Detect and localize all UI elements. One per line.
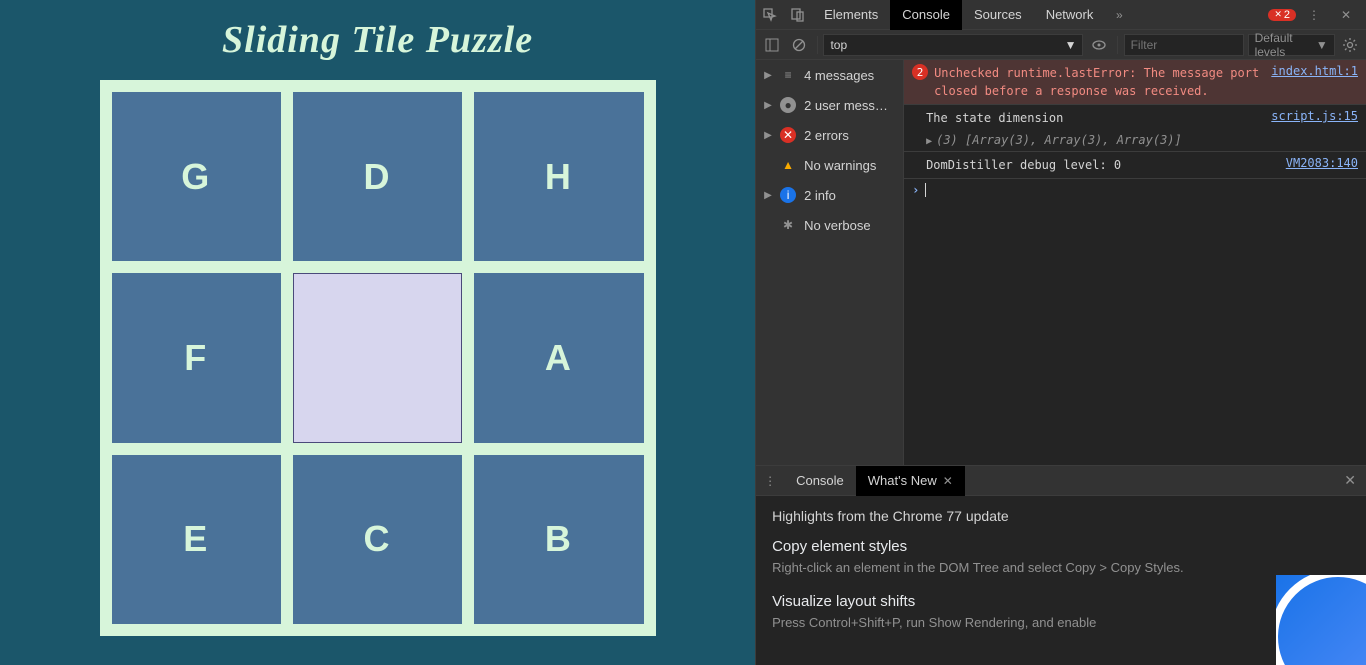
console-sidebar: ▶≡4 messages ▶●2 user mess… ▶✕2 errors ▲…: [756, 60, 904, 465]
whatsnew-sec2-title: Visualize layout shifts: [772, 593, 1350, 610]
tile-3[interactable]: F: [112, 273, 281, 442]
toggle-device-icon[interactable]: [784, 0, 812, 30]
tab-sources[interactable]: Sources: [962, 0, 1034, 30]
console-body: ▶≡4 messages ▶●2 user mess… ▶✕2 errors ▲…: [756, 60, 1366, 465]
tile-0[interactable]: G: [112, 92, 281, 261]
drawer-content: Highlights from the Chrome 77 update Cop…: [756, 496, 1366, 665]
console-settings-icon[interactable]: [1339, 30, 1362, 60]
log-array[interactable]: (3) [Array(3), Array(3), Array(3)]: [936, 133, 1182, 147]
puzzle-board: G D H F A E C B: [100, 80, 656, 636]
whatsnew-sec2-body: Press Control+Shift+P, run Show Renderin…: [772, 614, 1350, 632]
chevron-down-icon: ▼: [1316, 38, 1328, 52]
tile-empty[interactable]: [293, 273, 462, 442]
devtools-drawer: ⋮ Console What's New ✕ ✕ Highlights from…: [756, 465, 1366, 665]
whatsnew-sec1-body: Right-click an element in the DOM Tree a…: [772, 559, 1350, 577]
inspect-element-icon[interactable]: [756, 0, 784, 30]
log-source-link[interactable]: script.js:15: [1271, 109, 1358, 127]
info-icon: i: [780, 187, 796, 203]
separator: [1117, 36, 1118, 54]
error-count-badge[interactable]: 2: [1268, 9, 1296, 21]
close-drawer-icon[interactable]: ✕: [1334, 472, 1366, 489]
whatsnew-headline: Highlights from the Chrome 77 update: [772, 508, 1350, 524]
puzzle-app: Sliding Tile Puzzle G D H F A E C B: [0, 0, 755, 665]
user-icon: ●: [780, 97, 796, 113]
error-text: Unchecked runtime.lastError: The message…: [934, 64, 1265, 100]
filter-input[interactable]: [1124, 34, 1244, 56]
prompt-caret-icon: ›: [912, 183, 919, 197]
context-selector[interactable]: top ▼: [823, 34, 1083, 56]
context-value: top: [830, 38, 847, 52]
tab-console[interactable]: Console: [890, 0, 962, 30]
bug-icon: ✱: [780, 217, 796, 233]
sidebar-verbose[interactable]: ✱No verbose: [756, 210, 903, 240]
chrome-logo-image: [1276, 575, 1366, 665]
log-text: DomDistiller debug level: 0: [912, 156, 1280, 174]
tile-6[interactable]: E: [112, 455, 281, 624]
drawer-tabs: ⋮ Console What's New ✕ ✕: [756, 466, 1366, 496]
log-levels-selector[interactable]: Default levels ▼: [1248, 34, 1335, 56]
tile-8[interactable]: B: [474, 455, 643, 624]
devtools-panel: Elements Console Sources Network » 2 ⋮ ✕…: [755, 0, 1366, 665]
log-entry[interactable]: The state dimension script.js:15 ▶ (3) [A…: [904, 105, 1366, 152]
drawer-menu-icon[interactable]: ⋮: [756, 466, 784, 496]
settings-menu-icon[interactable]: ⋮: [1300, 0, 1328, 30]
console-output: 2 Unchecked runtime.lastError: The messa…: [904, 60, 1366, 465]
tab-network[interactable]: Network: [1034, 0, 1106, 30]
whatsnew-sec1-title: Copy element styles: [772, 538, 1350, 555]
warning-icon: ▲: [780, 157, 796, 173]
sidebar-user[interactable]: ▶●2 user mess…: [756, 90, 903, 120]
drawer-tab-console[interactable]: Console: [784, 466, 856, 496]
sidebar-messages[interactable]: ▶≡4 messages: [756, 60, 903, 90]
tile-2[interactable]: H: [474, 92, 643, 261]
toggle-sidebar-icon[interactable]: [760, 30, 783, 60]
list-icon: ≡: [780, 67, 796, 83]
tile-7[interactable]: C: [293, 455, 462, 624]
sidebar-info[interactable]: ▶i2 info: [756, 180, 903, 210]
tab-elements[interactable]: Elements: [812, 0, 890, 30]
tile-1[interactable]: D: [293, 92, 462, 261]
live-expression-icon[interactable]: [1087, 30, 1110, 60]
log-error[interactable]: 2 Unchecked runtime.lastError: The messa…: [904, 60, 1366, 105]
close-devtools-icon[interactable]: ✕: [1332, 0, 1360, 30]
console-prompt[interactable]: ›: [904, 179, 1366, 201]
more-tabs-icon[interactable]: »: [1105, 0, 1133, 30]
sidebar-warnings[interactable]: ▲No warnings: [756, 150, 903, 180]
chevron-down-icon: ▼: [1065, 38, 1077, 52]
console-toolbar: top ▼ Default levels ▼: [756, 30, 1366, 60]
error-source-link[interactable]: index.html:1: [1271, 64, 1358, 100]
log-entry[interactable]: DomDistiller debug level: 0 VM2083:140: [904, 152, 1366, 179]
error-count: 2: [912, 64, 928, 80]
log-source-link[interactable]: VM2083:140: [1286, 156, 1358, 174]
clear-console-icon[interactable]: [787, 30, 810, 60]
drawer-tab-whatsnew[interactable]: What's New ✕: [856, 466, 965, 496]
devtools-main-toolbar: Elements Console Sources Network » 2 ⋮ ✕: [756, 0, 1366, 30]
expand-icon[interactable]: ▶: [926, 136, 932, 147]
console-input[interactable]: [925, 183, 1358, 197]
devtools-tabs: Elements Console Sources Network »: [812, 0, 1268, 30]
sidebar-errors[interactable]: ▶✕2 errors: [756, 120, 903, 150]
tile-5[interactable]: A: [474, 273, 643, 442]
error-icon: ✕: [780, 127, 796, 143]
separator: [817, 36, 818, 54]
log-text: The state dimension: [912, 109, 1265, 127]
page-title: Sliding Tile Puzzle: [222, 18, 533, 62]
close-tab-icon[interactable]: ✕: [943, 474, 953, 488]
devtools-toolbar-right: 2 ⋮ ✕: [1268, 0, 1366, 30]
